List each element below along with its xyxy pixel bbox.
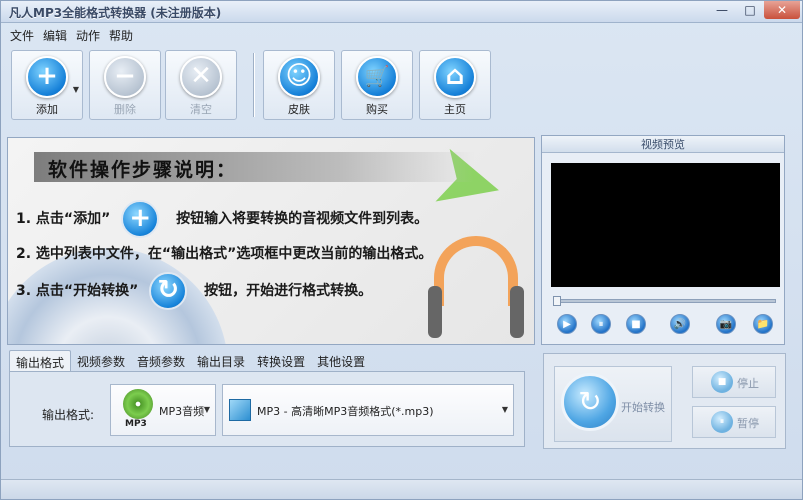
convert-panel: ↻ 开始转换 ■ 停止 ⏸ 暂停 (543, 353, 786, 449)
video-preview-title: 视频预览 (542, 136, 784, 153)
app-window: 凡人MP3全能格式转换器 (未注册版本) — □ ✕ 文件 编辑 动作 帮助 +… (0, 0, 803, 500)
buy-button[interactable]: 🛒 购买 (341, 50, 413, 120)
step-2: 2. 选中列表中文件，在“输出格式”选项框中更改当前的输出格式。 (16, 246, 433, 262)
folder-icon[interactable]: 📁 (753, 314, 773, 334)
add-button-label: 添加 (36, 103, 58, 116)
menu-edit[interactable]: 编辑 (40, 24, 73, 44)
headphones-graphic (428, 236, 524, 338)
start-convert-label: 开始转换 (621, 401, 665, 414)
pause-icon: ⏸ (711, 411, 733, 433)
maximize-button[interactable]: □ (736, 1, 764, 19)
format-category-select[interactable]: MP3 MP3音频 ▼ (110, 384, 216, 436)
start-convert-button[interactable]: ↻ 开始转换 (554, 366, 672, 442)
add-dropdown-icon[interactable]: ▼ (73, 85, 79, 94)
video-screen (551, 163, 780, 287)
instructions-heading: 软件操作步骤说明： (34, 152, 474, 182)
pause-button[interactable]: ⏸ 暂停 (692, 406, 776, 438)
volume-icon[interactable]: 🔊 (670, 314, 690, 334)
mp3-icon: MP3 (119, 389, 159, 431)
skin-button-label: 皮肤 (288, 103, 310, 116)
buy-button-label: 购买 (366, 103, 388, 116)
add-icon: + (121, 200, 160, 238)
delete-button[interactable]: − 删除 (89, 50, 161, 120)
home-button-label: 主页 (444, 103, 466, 116)
step-1: 1. 点击“添加” + 按钮输入将要转换的音视频文件到列表。 (16, 200, 428, 238)
skin-button[interactable]: ☺ 皮肤 (263, 50, 335, 120)
minimize-button[interactable]: — (708, 1, 736, 19)
x-icon: ✕ (180, 56, 222, 98)
menu-help[interactable]: 帮助 (106, 24, 139, 44)
smiley-icon: ☺ (278, 56, 320, 98)
stop-icon: ■ (711, 371, 733, 393)
close-button[interactable]: ✕ (764, 1, 800, 19)
format-category-value: MP3音频 (159, 405, 205, 418)
seek-slider[interactable] (553, 296, 776, 306)
menu-action[interactable]: 动作 (73, 24, 106, 44)
toolbar-separator (253, 53, 255, 117)
chevron-down-icon: ▼ (203, 405, 210, 414)
title-bar[interactable]: 凡人MP3全能格式转换器 (未注册版本) — □ ✕ (1, 1, 802, 23)
output-format-label: 输出格式: (42, 408, 95, 422)
stop-button[interactable]: ■ 停止 (692, 366, 776, 398)
video-preview-panel: 视频预览 ▶ ⏸ ■ 🔊 📷 📁 (541, 135, 785, 345)
output-format-value: MP3 - 高清晰MP3音频格式(*.mp3) (257, 405, 434, 418)
pause-icon[interactable]: ⏸ (591, 314, 611, 334)
status-bar (1, 479, 802, 499)
clear-button-label: 清空 (190, 103, 212, 116)
stop-icon[interactable]: ■ (626, 314, 646, 334)
toolbar: + 添加 ▼ − 删除 ✕ 清空 ☺ 皮肤 🛒 购买 ⌂ 主页 (5, 47, 800, 123)
seek-slider-thumb[interactable] (553, 296, 561, 306)
snapshot-icon[interactable]: 📷 (716, 314, 736, 334)
window-title: 凡人MP3全能格式转换器 (未注册版本) (9, 6, 222, 20)
play-icon[interactable]: ▶ (557, 314, 577, 334)
home-button[interactable]: ⌂ 主页 (419, 50, 491, 120)
refresh-icon: ↻ (561, 373, 619, 431)
cube-icon (229, 399, 251, 421)
menu-file[interactable]: 文件 (7, 24, 40, 44)
home-icon: ⌂ (434, 56, 476, 98)
output-format-select[interactable]: MP3 - 高清晰MP3音频格式(*.mp3) ▼ (222, 384, 514, 436)
stop-button-label: 停止 (737, 377, 759, 390)
clear-button[interactable]: ✕ 清空 (165, 50, 237, 120)
delete-button-label: 删除 (114, 103, 136, 116)
add-button[interactable]: + 添加 ▼ (11, 50, 83, 120)
plus-icon: + (26, 56, 68, 98)
menu-bar: 文件 编辑 动作 帮助 (1, 24, 139, 44)
instructions-panel: ➤ 软件操作步骤说明： 1. 点击“添加” + 按钮输入将要转换的音视频文件到列… (7, 137, 535, 345)
chevron-down-icon: ▼ (501, 405, 508, 414)
cart-icon: 🛒 (356, 56, 398, 98)
start-convert-icon: ↻ (149, 272, 188, 310)
step-3: 3. 点击“开始转换” ↻ 按钮，开始进行格式转换。 (16, 272, 372, 310)
minus-icon: − (104, 56, 146, 98)
pause-button-label: 暂停 (737, 417, 759, 430)
output-format-panel: 输出格式: MP3 MP3音频 ▼ MP3 - 高清晰MP3音频格式(*.mp3… (9, 371, 525, 447)
